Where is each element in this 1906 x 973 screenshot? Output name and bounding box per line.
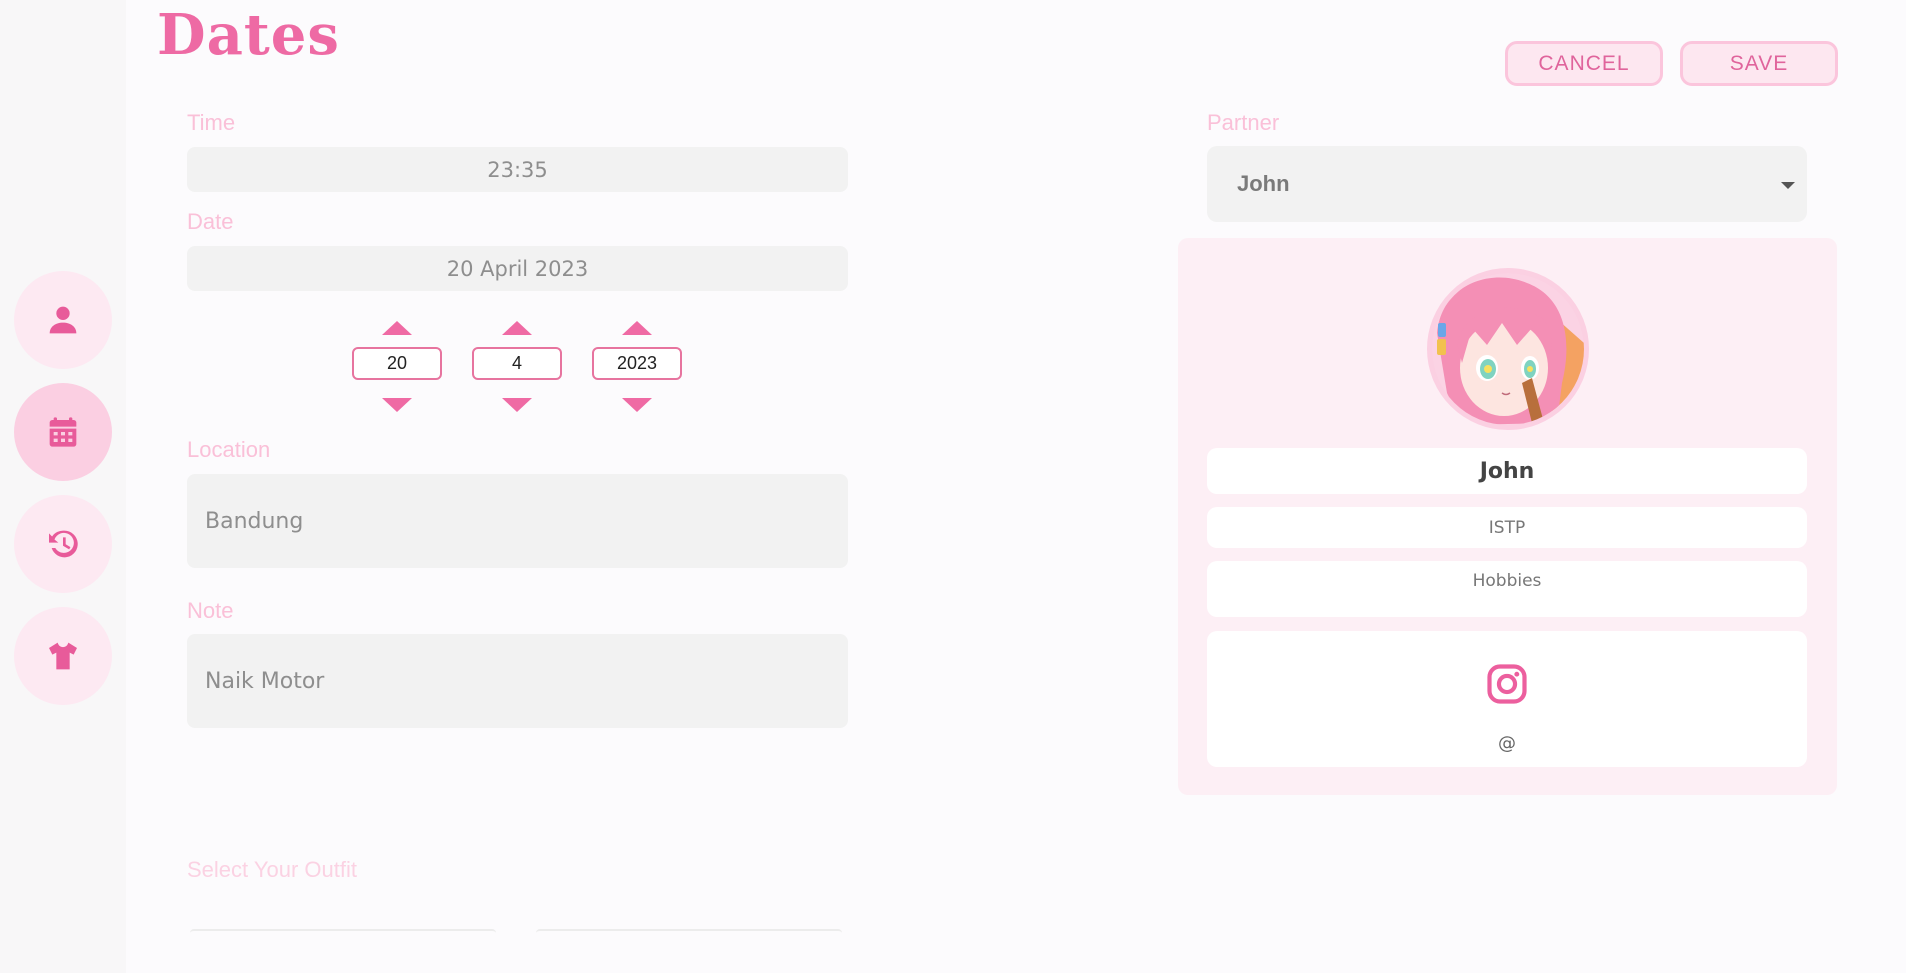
instagram-handle: @: [1498, 733, 1516, 754]
year-decrement-button[interactable]: [622, 398, 652, 412]
partner-select-value: John: [1237, 171, 1290, 196]
partner-instagram: @: [1207, 631, 1807, 767]
location-input[interactable]: Bandung: [187, 474, 848, 568]
month-increment-button[interactable]: [502, 321, 532, 335]
note-input[interactable]: Naik Motor: [187, 634, 848, 728]
sidebar: [0, 0, 126, 973]
nav-profile-button[interactable]: [14, 271, 112, 369]
day-decrement-button[interactable]: [382, 398, 412, 412]
outfit-label: Select Your Outfit: [187, 857, 357, 882]
location-label: Location: [187, 437, 271, 462]
chevron-down-icon: [1781, 182, 1795, 189]
cancel-button[interactable]: CANCEL: [1505, 41, 1663, 86]
partner-label: Partner: [1207, 110, 1280, 135]
nav-dates-button[interactable]: [14, 383, 112, 481]
partner-mbti: ISTP: [1207, 507, 1807, 548]
avatar: [1427, 268, 1589, 430]
note-label: Note: [187, 598, 234, 623]
outfit-card-top[interactable]: [536, 929, 842, 933]
shirt-icon: [49, 642, 77, 670]
nav-outfit-button[interactable]: [14, 607, 112, 705]
partner-hobbies: Hobbies: [1207, 561, 1807, 617]
user-icon: [49, 306, 77, 334]
nav-history-button[interactable]: [14, 495, 112, 593]
date-label: Date: [187, 209, 234, 234]
month-stepper[interactable]: 4: [472, 347, 562, 380]
day-stepper[interactable]: 20: [352, 347, 442, 380]
page-title: Dates: [157, 2, 340, 68]
outfit-card-top[interactable]: [190, 929, 496, 933]
time-label: Time: [187, 110, 236, 135]
month-decrement-button[interactable]: [502, 398, 532, 412]
calendar-icon: [49, 417, 77, 447]
partner-name: John: [1207, 448, 1807, 494]
save-button[interactable]: SAVE: [1680, 41, 1838, 86]
history-icon: [49, 530, 78, 558]
instagram-icon[interactable]: [1486, 663, 1528, 705]
partner-profile-card: John ISTP Hobbies @: [1178, 238, 1837, 795]
day-increment-button[interactable]: [382, 321, 412, 335]
date-input[interactable]: 20 April 2023: [187, 246, 848, 291]
year-increment-button[interactable]: [622, 321, 652, 335]
time-input[interactable]: 23:35: [187, 147, 848, 192]
year-stepper[interactable]: 2023: [592, 347, 682, 380]
partner-select[interactable]: John: [1207, 146, 1807, 222]
